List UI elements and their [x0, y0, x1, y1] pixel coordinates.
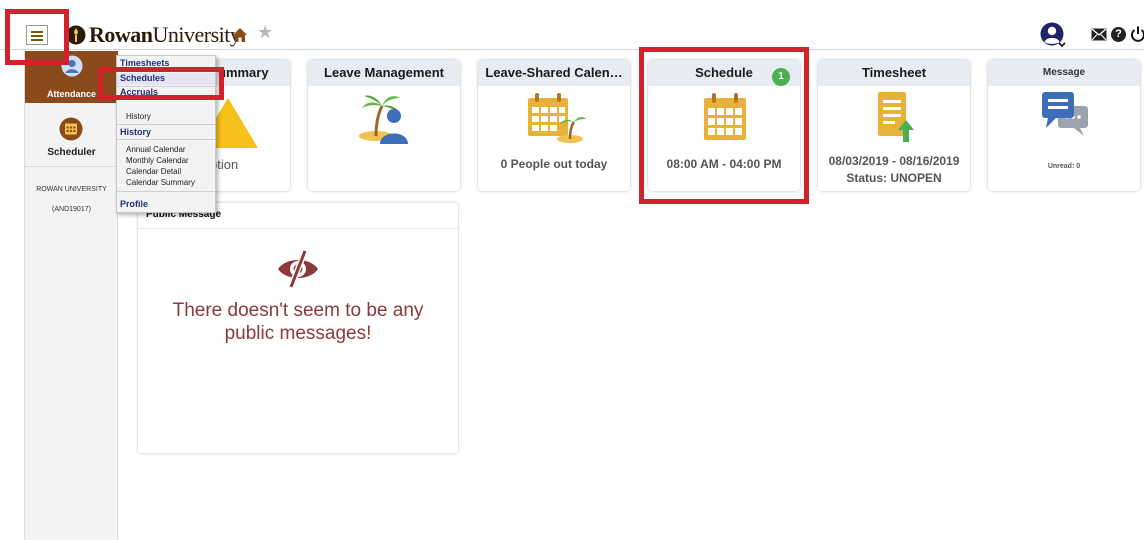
widget-message-title: Message — [988, 60, 1140, 86]
calendar-palm-icon — [528, 93, 586, 143]
widget-leave-management-title: Leave Management — [308, 60, 460, 86]
organization-code: (AND19017) — [52, 206, 91, 213]
star-icon[interactable]: ★ — [257, 23, 273, 41]
highlight-box-schedule-widget — [639, 47, 809, 204]
sidebar-item-scheduler[interactable]: Scheduler — [25, 113, 118, 167]
people-out-today-text: 0 People out today — [500, 157, 608, 171]
widget-leave-shared-calendar-title: Leave-Shared Calen… — [478, 60, 630, 86]
menu-item-monthly-calendar[interactable]: Monthly Calendar — [117, 156, 215, 165]
no-public-messages-text: There doesn't seem to be any public mess… — [138, 299, 458, 345]
menu-item-accruals-history[interactable]: History — [117, 112, 215, 121]
user-avatar-icon[interactable] — [1040, 22, 1066, 48]
timesheet-document-icon — [878, 92, 914, 142]
menu-item-profile[interactable]: Profile — [117, 199, 215, 209]
left-sidebar: Attendance Scheduler ROWAN UNIVERSITY (A… — [24, 51, 118, 540]
divider — [117, 191, 215, 192]
unread-count-text: Unread: 0 — [1047, 163, 1081, 170]
highlight-box-schedules — [98, 67, 224, 100]
menu-item-calendar-detail[interactable]: Calendar Detail — [117, 167, 215, 176]
no-public-messages-line-1: There doesn't seem to be any — [172, 300, 424, 321]
mail-icon[interactable] — [1091, 28, 1107, 41]
menu-category-history: History — [120, 127, 152, 137]
scheduler-calendar-icon — [59, 117, 83, 141]
timesheet-period-text: 08/03/2019 - 08/16/2019 — [828, 154, 960, 168]
rowan-torch-icon — [66, 25, 86, 45]
organization-name: ROWAN UNIVERSITY — [36, 186, 107, 193]
widget-timesheet-title: Timesheet — [818, 60, 970, 86]
widget-timesheet[interactable]: Timesheet 08/03/2019 - 08/16/2019 Status… — [818, 60, 970, 191]
message-chat-icon — [1042, 92, 1088, 136]
top-bar: RowanUniversity ★ ? — [0, 20, 1144, 50]
widget-message[interactable]: Message Unread: 0 — [988, 60, 1140, 191]
menu-item-calendar-summary[interactable]: Calendar Summary — [117, 178, 215, 187]
widget-leave-shared-calendar[interactable]: Leave-Shared Calen… 0 People out today — [478, 60, 630, 191]
logo-text-university: University — [152, 22, 241, 47]
no-public-messages-line-2: public messages! — [224, 323, 372, 344]
eye-slash-icon — [278, 249, 318, 289]
divider — [117, 139, 215, 140]
logo-text-rowan: Rowan — [89, 22, 153, 47]
sidebar-item-label: Scheduler — [47, 147, 96, 158]
public-message-panel: Public Message There doesn't seem to be … — [138, 203, 458, 453]
power-icon[interactable] — [1130, 25, 1144, 43]
divider — [138, 228, 458, 229]
timesheet-status-text: Status: UNOPEN — [846, 171, 942, 185]
beach-person-icon — [359, 95, 408, 144]
highlight-box-menu — [5, 9, 69, 65]
help-icon[interactable]: ? — [1111, 27, 1126, 42]
rowan-university-logo[interactable]: RowanUniversity — [66, 22, 241, 48]
divider — [117, 124, 215, 125]
widget-leave-management[interactable]: Leave Management — [308, 60, 460, 191]
menu-item-annual-calendar[interactable]: Annual Calendar — [117, 145, 215, 154]
home-icon[interactable] — [232, 27, 248, 43]
